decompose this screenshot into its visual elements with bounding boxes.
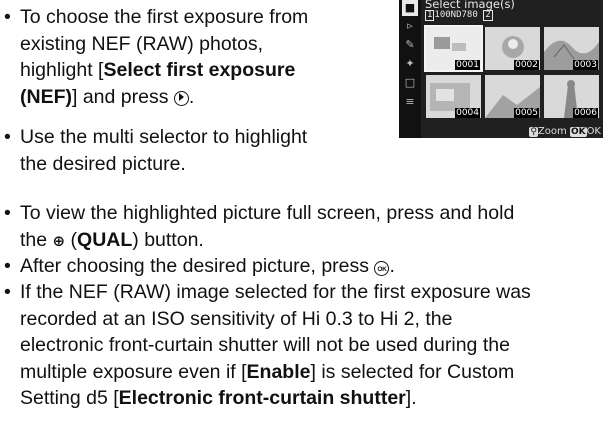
- folder-label: 1 100ND780 2: [425, 10, 493, 21]
- text-line: (NEF)] and press .: [20, 84, 308, 111]
- text-line: After choosing the desired picture, pres…: [20, 253, 395, 280]
- bullet-text: Use the multi selector to highlight the d…: [20, 124, 307, 177]
- text-line: To view the highlighted picture full scr…: [20, 200, 514, 227]
- text: To view the highlighted picture full scr…: [20, 202, 515, 224]
- thumbnail-number: 0006: [573, 108, 598, 118]
- text-line: multiple exposure even if [Enable] is se…: [20, 359, 531, 386]
- text: .: [389, 255, 395, 277]
- text: ].: [405, 387, 417, 409]
- text-line: To choose the first exposure from: [20, 4, 308, 31]
- thumbnail: 0001: [424, 25, 483, 72]
- bullet-dot: •: [4, 281, 11, 303]
- bullet-text: To view the highlighted picture full scr…: [20, 200, 514, 255]
- text-line: the ⊕ (QUAL) button.: [20, 227, 514, 256]
- text-line: recorded at an ISO sensitivity of Hi 0.3…: [20, 306, 531, 333]
- camera-icon: ■: [402, 0, 418, 16]
- wrench-icon: ✦: [405, 57, 415, 70]
- text: electronic front-curtain shutter will no…: [20, 334, 510, 356]
- text: ] and press: [72, 85, 174, 108]
- text: ] is selected for Custom: [310, 360, 515, 383]
- bullet-dot: •: [4, 255, 11, 277]
- camera-menu-strip: ■ ▹ ✎ ✦ □ ≡: [399, 0, 421, 138]
- zoom-key-icon: ⚲: [529, 127, 538, 137]
- bullet-text: To choose the first exposure from existin…: [20, 4, 308, 110]
- text-line: electronic front-curtain shutter will no…: [20, 332, 531, 359]
- thumbnail: 0003: [544, 27, 599, 70]
- text: If the NEF (RAW) image selected for the …: [20, 281, 531, 303]
- text-line: If the NEF (RAW) image selected for the …: [20, 279, 531, 306]
- bullet-dot: •: [4, 126, 11, 148]
- text-line: highlight [Select first exposure: [20, 57, 308, 84]
- playback-menu-icon: ▹: [407, 19, 413, 32]
- thumbnail-number: 0002: [514, 60, 539, 70]
- text: multiple exposure even if [: [20, 360, 247, 383]
- text: existing NEF (RAW) photos,: [20, 32, 264, 55]
- text: (: [65, 228, 78, 251]
- bold-text: Select first exposure: [103, 59, 296, 81]
- thumbnail: 0004: [426, 75, 481, 118]
- multi-selector-right-icon: [173, 90, 189, 106]
- text: To choose the first exposure from: [20, 6, 309, 28]
- text-line: Use the multi selector to highlight: [20, 124, 307, 151]
- bold-text: Electronic front-curtain shutter: [118, 387, 406, 409]
- thumbnail: 0002: [485, 27, 540, 70]
- text-line: Setting d5 [Electronic front-curtain shu…: [20, 385, 531, 412]
- bullet-text: After choosing the desired picture, pres…: [20, 253, 395, 280]
- text: recorded at an ISO sensitivity of Hi 0.3…: [20, 307, 453, 330]
- bold-text: (NEF): [20, 85, 72, 108]
- text: After choosing the desired picture, pres…: [20, 255, 375, 277]
- bold-text: QUAL: [77, 228, 133, 251]
- text: Setting d5 [: [20, 387, 119, 409]
- pencil-icon: ✎: [405, 38, 415, 51]
- bold-text: Enable: [246, 360, 311, 383]
- zoom-in-icon: ⊕: [52, 232, 66, 250]
- text-line: the desired picture.: [20, 151, 307, 178]
- text: the desired picture.: [20, 152, 186, 175]
- thumbnail-number: 0003: [573, 60, 598, 70]
- my-menu-icon: ≡: [405, 95, 415, 108]
- thumbnail-number: 0004: [455, 108, 480, 118]
- bullet-dot: •: [4, 202, 11, 224]
- bullet-text: If the NEF (RAW) image selected for the …: [20, 279, 531, 412]
- thumbnail-grid: 0001 0002 0003 0004 0005 0006: [424, 25, 601, 121]
- bullet-dot: •: [4, 6, 11, 28]
- thumbnail: 0005: [485, 75, 540, 118]
- text: .: [188, 85, 195, 108]
- retouch-icon: □: [404, 76, 416, 89]
- text: Use the multi selector to highlight: [20, 126, 308, 148]
- camera-screen-illustration: ■ ▹ ✎ ✦ □ ≡ Select image(s) 1 100ND780 2 …: [399, 0, 603, 138]
- ok-button-icon: OK: [374, 261, 390, 276]
- thumbnail-number: 0005: [514, 108, 539, 118]
- text: highlight [: [20, 59, 104, 81]
- text: the: [20, 228, 53, 251]
- text-line: existing NEF (RAW) photos,: [20, 31, 308, 58]
- thumbnail-number: 0001: [455, 60, 480, 70]
- text: ) button.: [132, 228, 204, 251]
- thumbnail: 0006: [544, 75, 599, 118]
- screen-footer: ⚲Zoom OKOK: [529, 126, 601, 137]
